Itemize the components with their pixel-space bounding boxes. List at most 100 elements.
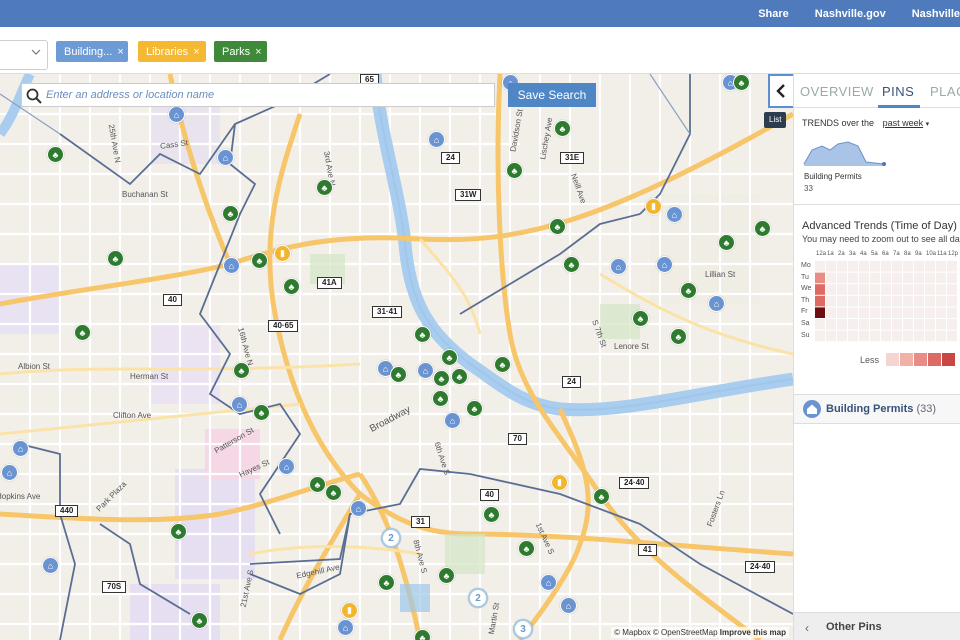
building-pin[interactable]: ⌂ [42,557,59,574]
park-pin[interactable]: ♣ [466,400,483,417]
building-pin[interactable]: ⌂ [337,619,354,636]
park-pin[interactable]: ♣ [390,366,407,383]
park-pin[interactable]: ♣ [754,220,771,237]
park-pin[interactable]: ♣ [325,484,342,501]
park-pin[interactable]: ♣ [378,574,395,591]
library-pin[interactable]: ▮ [551,474,568,491]
building-pin[interactable]: ⌂ [223,257,240,274]
park-pin[interactable]: ♣ [309,476,326,493]
tab-overview[interactable]: OVERVIEW [800,84,874,99]
osm-attribution-link[interactable]: © OpenStreetMap [653,628,718,637]
heatmap-cell [837,295,847,307]
heatmap-cell [914,261,924,272]
building-pin[interactable]: ⌂ [444,412,461,429]
pin-cluster[interactable]: 2 [468,588,488,608]
park-pin[interactable]: ♣ [316,179,333,196]
park-pin[interactable]: ♣ [222,205,239,222]
nashville-link[interactable]: Nashville [912,8,960,20]
park-pin[interactable]: ♣ [191,612,208,629]
park-pin[interactable]: ♣ [251,252,268,269]
building-pin[interactable]: ⌂ [540,574,557,591]
trend-label: Building Permits [804,172,862,181]
park-pin[interactable]: ♣ [549,218,566,235]
address-search-input[interactable] [46,86,486,104]
park-pin[interactable]: ♣ [451,368,468,385]
heatmap-cell [914,295,924,307]
park-pin[interactable]: ♣ [494,356,511,373]
park-pin[interactable]: ♣ [441,349,458,366]
park-pin[interactable]: ♣ [554,120,571,137]
heatmap-cell [925,261,935,272]
building-pin[interactable]: ⌂ [278,458,295,475]
park-pin[interactable]: ♣ [74,324,91,341]
building-pin[interactable]: ⌂ [560,597,577,614]
park-pin[interactable]: ♣ [47,146,64,163]
park-pin[interactable]: ♣ [563,256,580,273]
building-permits-section[interactable]: Building Permits (33) [794,394,960,424]
park-pin[interactable]: ♣ [438,567,455,584]
panel-collapse-button[interactable] [768,74,793,108]
pin-cluster[interactable]: 3 [513,619,533,639]
building-pin[interactable]: ⌂ [217,149,234,166]
park-pin[interactable]: ♣ [593,488,610,505]
building-pin[interactable]: ⌂ [12,440,29,457]
filter-chip-parks[interactable]: Parks × [214,41,267,62]
chevron-left-icon [776,84,785,98]
mapbox-attribution-link[interactable]: © Mapbox [614,628,651,637]
close-icon[interactable]: × [255,46,261,58]
filter-chip-buildings[interactable]: Building... × [56,41,128,62]
improve-map-link[interactable]: Improve this map [720,628,786,637]
library-pin[interactable]: ▮ [274,245,291,262]
park-pin[interactable]: ♣ [233,362,250,379]
park-pin[interactable]: ♣ [632,310,649,327]
filter-dropdown[interactable] [0,40,48,70]
share-link[interactable]: Share [758,8,789,20]
save-search-button[interactable]: Save Search [508,83,596,107]
park-pin[interactable]: ♣ [283,278,300,295]
park-pin[interactable]: ♣ [680,282,697,299]
building-pin[interactable]: ⌂ [656,256,673,273]
close-icon[interactable]: × [117,46,123,58]
library-pin[interactable]: ▮ [645,198,662,215]
building-pin[interactable]: ⌂ [350,500,367,517]
heatmap-cell [936,319,946,330]
filter-chip-libraries[interactable]: Libraries × [138,41,206,62]
park-pin[interactable]: ♣ [170,523,187,540]
park-pin[interactable]: ♣ [432,390,449,407]
park-pin[interactable]: ♣ [718,234,735,251]
building-pin[interactable]: ⌂ [428,131,445,148]
park-pin[interactable]: ♣ [518,540,535,557]
building-pin[interactable]: ⌂ [708,295,725,312]
other-pins-bar[interactable]: ‹ Other Pins [794,612,960,640]
trends-period-dropdown[interactable]: past week [883,118,924,128]
park-pin[interactable]: ♣ [506,162,523,179]
tab-pins[interactable]: PINS [882,84,914,99]
building-pin[interactable]: ⌂ [231,396,248,413]
heatmap-cell [826,295,836,307]
close-icon[interactable]: × [193,46,199,58]
building-pin[interactable]: ⌂ [1,464,18,481]
park-pin[interactable]: ♣ [733,74,750,91]
park-pin[interactable]: ♣ [414,629,431,640]
heatmap-cell [903,330,913,342]
park-pin[interactable]: ♣ [670,328,687,345]
nashville-gov-link[interactable]: Nashville.gov [815,8,886,20]
tab-places[interactable]: PLACES [930,84,960,99]
heatmap-cell [881,272,891,284]
building-pin[interactable]: ⌂ [666,206,683,223]
hour-label: 3a [849,251,856,257]
route-shield: 70 [508,433,527,445]
pin-cluster[interactable]: 2 [381,528,401,548]
park-pin[interactable]: ♣ [414,326,431,343]
building-pin[interactable]: ⌂ [417,362,434,379]
address-search-box [21,83,495,107]
building-pin[interactable]: ⌂ [610,258,627,275]
park-pin[interactable]: ♣ [483,506,500,523]
park-pin[interactable]: ♣ [433,370,450,387]
park-pin[interactable]: ♣ [107,250,124,267]
park-pin[interactable]: ♣ [253,404,270,421]
route-shield: 31W [455,189,482,201]
building-pin[interactable]: ⌂ [168,106,185,123]
library-pin[interactable]: ▮ [341,602,358,619]
map-canvas[interactable]: 65 24 31E 31W 41A 31·41 40 40·65 24 70 4… [0,74,793,640]
